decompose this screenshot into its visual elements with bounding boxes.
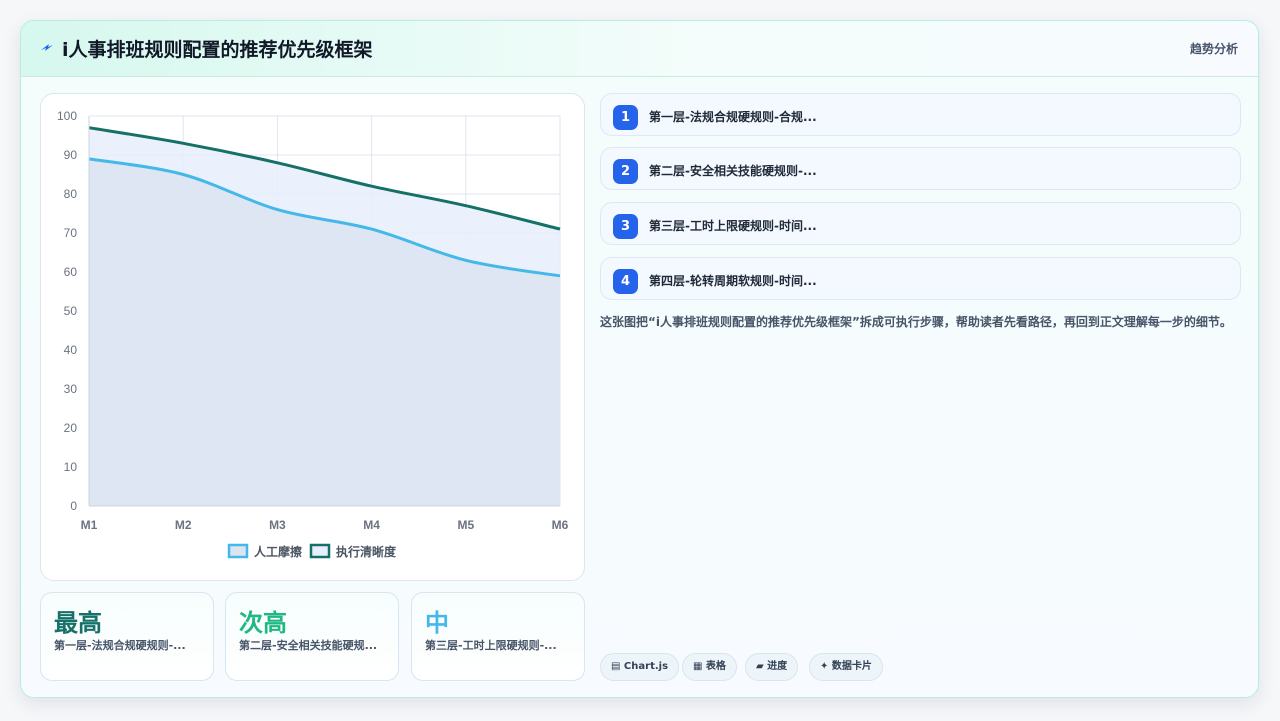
x-tick-label: M3 bbox=[269, 518, 286, 532]
y-tick-label: 40 bbox=[64, 343, 78, 357]
page-title: i人事排班规则配置的推荐优先级框架 bbox=[62, 39, 373, 61]
step-text: 第一层-法规合规硬规则-合规... bbox=[649, 110, 817, 124]
chart-panel: 0 10 20 30 40 50 60 70 80 90 100 M1 M2 M3 M4 M5 M6 人工摩擦 执行… bbox=[40, 93, 585, 581]
legend-swatch bbox=[309, 543, 331, 559]
step-item-4[interactable]: 4 第四层-轮转周期软规则-时间... bbox=[600, 257, 1241, 300]
description-text: 这张图把“i人事排班规则配置的推荐优先级框架”拆成可执行步骤，帮助读者先看路径，… bbox=[600, 315, 1232, 329]
step-number: 4 bbox=[613, 269, 638, 294]
legend-label: 人工摩擦 bbox=[254, 544, 302, 559]
step-number: 1 bbox=[613, 105, 638, 130]
step-number: 2 bbox=[613, 159, 638, 184]
x-tick-label: M4 bbox=[363, 518, 380, 532]
kpi-value: 中 bbox=[425, 609, 449, 637]
y-tick-label: 90 bbox=[64, 148, 78, 162]
step-item-2[interactable]: 2 第二层-安全相关技能硬规则-... bbox=[600, 147, 1241, 190]
step-text: 第二层-安全相关技能硬规则-... bbox=[649, 164, 817, 178]
tag-data-card[interactable]: ✦ 数据卡片 bbox=[809, 653, 883, 681]
main-card: i人事排班规则配置的推荐优先级框架 趋势分析 0 10 20 30 40 50 60 70 80… bbox=[20, 20, 1259, 698]
y-tick-label: 0 bbox=[70, 499, 77, 513]
y-tick-label: 60 bbox=[64, 265, 78, 279]
step-item-1[interactable]: 1 第一层-法规合规硬规则-合规... bbox=[600, 93, 1241, 136]
kpi-card-1: 最高 第一层-法规合规硬规则-... bbox=[40, 592, 214, 681]
y-tick-label: 80 bbox=[64, 187, 78, 201]
y-tick-label: 100 bbox=[57, 109, 77, 123]
x-tick-label: M1 bbox=[81, 518, 98, 532]
tag-table[interactable]: ▦ 表格 bbox=[682, 653, 737, 681]
y-tick-label: 20 bbox=[64, 421, 78, 435]
step-item-3[interactable]: 3 第三层-工时上限硬规则-时间... bbox=[600, 202, 1241, 245]
legend-swatch bbox=[227, 543, 249, 559]
y-tick-label: 30 bbox=[64, 382, 78, 396]
kpi-label: 第一层-法规合规硬规则-... bbox=[54, 639, 186, 652]
card-header: i人事排班规则配置的推荐优先级框架 趋势分析 bbox=[21, 21, 1258, 77]
kpi-value: 最高 bbox=[54, 609, 102, 637]
y-tick-label: 70 bbox=[64, 226, 78, 240]
step-text: 第四层-轮转周期软规则-时间... bbox=[649, 274, 817, 288]
x-tick-label: M2 bbox=[175, 518, 192, 532]
y-tick-label: 10 bbox=[64, 460, 78, 474]
kpi-label: 第二层-安全相关技能硬规... bbox=[239, 639, 378, 652]
x-tick-label: M5 bbox=[457, 518, 474, 532]
tag-progress[interactable]: ▰ 进度 bbox=[745, 653, 799, 681]
kpi-label: 第三层-工时上限硬规则-... bbox=[425, 639, 557, 652]
step-text: 第三层-工时上限硬规则-时间... bbox=[649, 219, 817, 233]
legend-label: 执行清晰度 bbox=[336, 544, 397, 559]
kpi-card-3: 中 第三层-工时上限硬规则-... bbox=[411, 592, 585, 681]
lightning-icon bbox=[41, 44, 53, 51]
kpi-card-2: 次高 第二层-安全相关技能硬规... bbox=[225, 592, 399, 681]
tag-chartjs[interactable]: ▤ Chart.js bbox=[600, 653, 680, 681]
x-tick-label: M6 bbox=[552, 518, 569, 532]
kpi-value: 次高 bbox=[239, 609, 287, 637]
step-number: 3 bbox=[613, 214, 638, 239]
trend-analysis-label[interactable]: 趋势分析 bbox=[1190, 40, 1238, 57]
area-chart: 0 10 20 30 40 50 60 70 80 90 100 M1 M2 M3 M4 M5 M6 人工摩擦 执行… bbox=[57, 109, 569, 559]
y-tick-label: 50 bbox=[64, 304, 78, 318]
